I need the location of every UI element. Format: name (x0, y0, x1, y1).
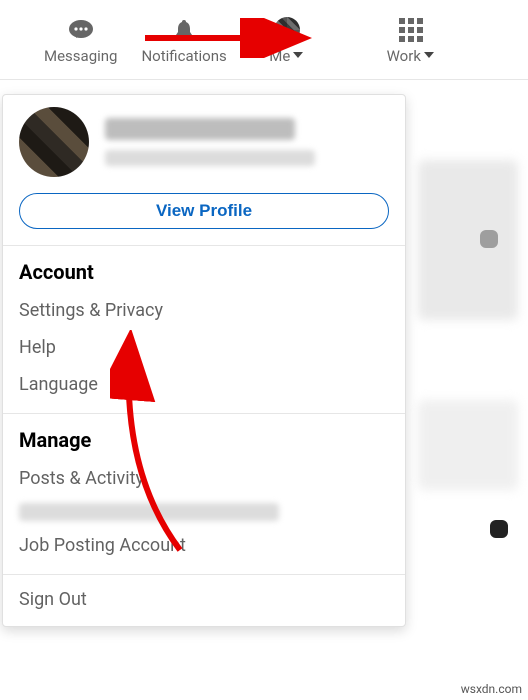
background-content (418, 160, 518, 320)
caret-down-icon (423, 47, 435, 65)
nav-messaging-label: Messaging (44, 47, 117, 65)
menu-posts-activity[interactable]: Posts & Activity (3, 460, 405, 497)
nav-me[interactable]: Me (247, 0, 327, 79)
apps-grid-icon (399, 17, 423, 43)
nav-work-label: Work (387, 47, 421, 65)
caret-down-icon (292, 47, 304, 65)
nav-me-label: Me (269, 47, 290, 65)
section-title-account: Account (3, 246, 405, 292)
profile-avatar (19, 107, 89, 177)
me-dropdown: View Profile Account Settings & Privacy … (2, 94, 406, 627)
nav-work[interactable]: Work (371, 0, 451, 79)
nav-notifications-label: Notifications (141, 47, 226, 65)
nav-notifications[interactable]: Notifications (137, 0, 230, 79)
view-profile-button[interactable]: View Profile (19, 193, 389, 229)
nav-messaging[interactable]: Messaging (40, 0, 121, 79)
watermark: wsxdn.com (461, 682, 522, 696)
menu-item-redacted[interactable] (3, 497, 405, 527)
profile-headline-redacted (105, 150, 315, 166)
messaging-icon (67, 17, 95, 43)
background-content (418, 400, 518, 490)
section-title-manage: Manage (3, 414, 405, 460)
profile-text (105, 118, 315, 166)
profile-name-redacted (105, 118, 295, 140)
background-content (490, 520, 508, 538)
menu-sign-out[interactable]: Sign Out (3, 575, 405, 618)
profile-summary[interactable] (3, 95, 405, 185)
menu-settings-privacy[interactable]: Settings & Privacy (3, 292, 405, 329)
menu-job-posting-account[interactable]: Job Posting Account (3, 527, 405, 564)
bell-icon (172, 17, 196, 43)
top-navigation: Messaging Notifications Me Work (0, 0, 528, 80)
background-content (480, 230, 498, 248)
menu-language[interactable]: Language (3, 366, 405, 403)
menu-help[interactable]: Help (3, 329, 405, 366)
me-avatar-icon (274, 17, 300, 43)
